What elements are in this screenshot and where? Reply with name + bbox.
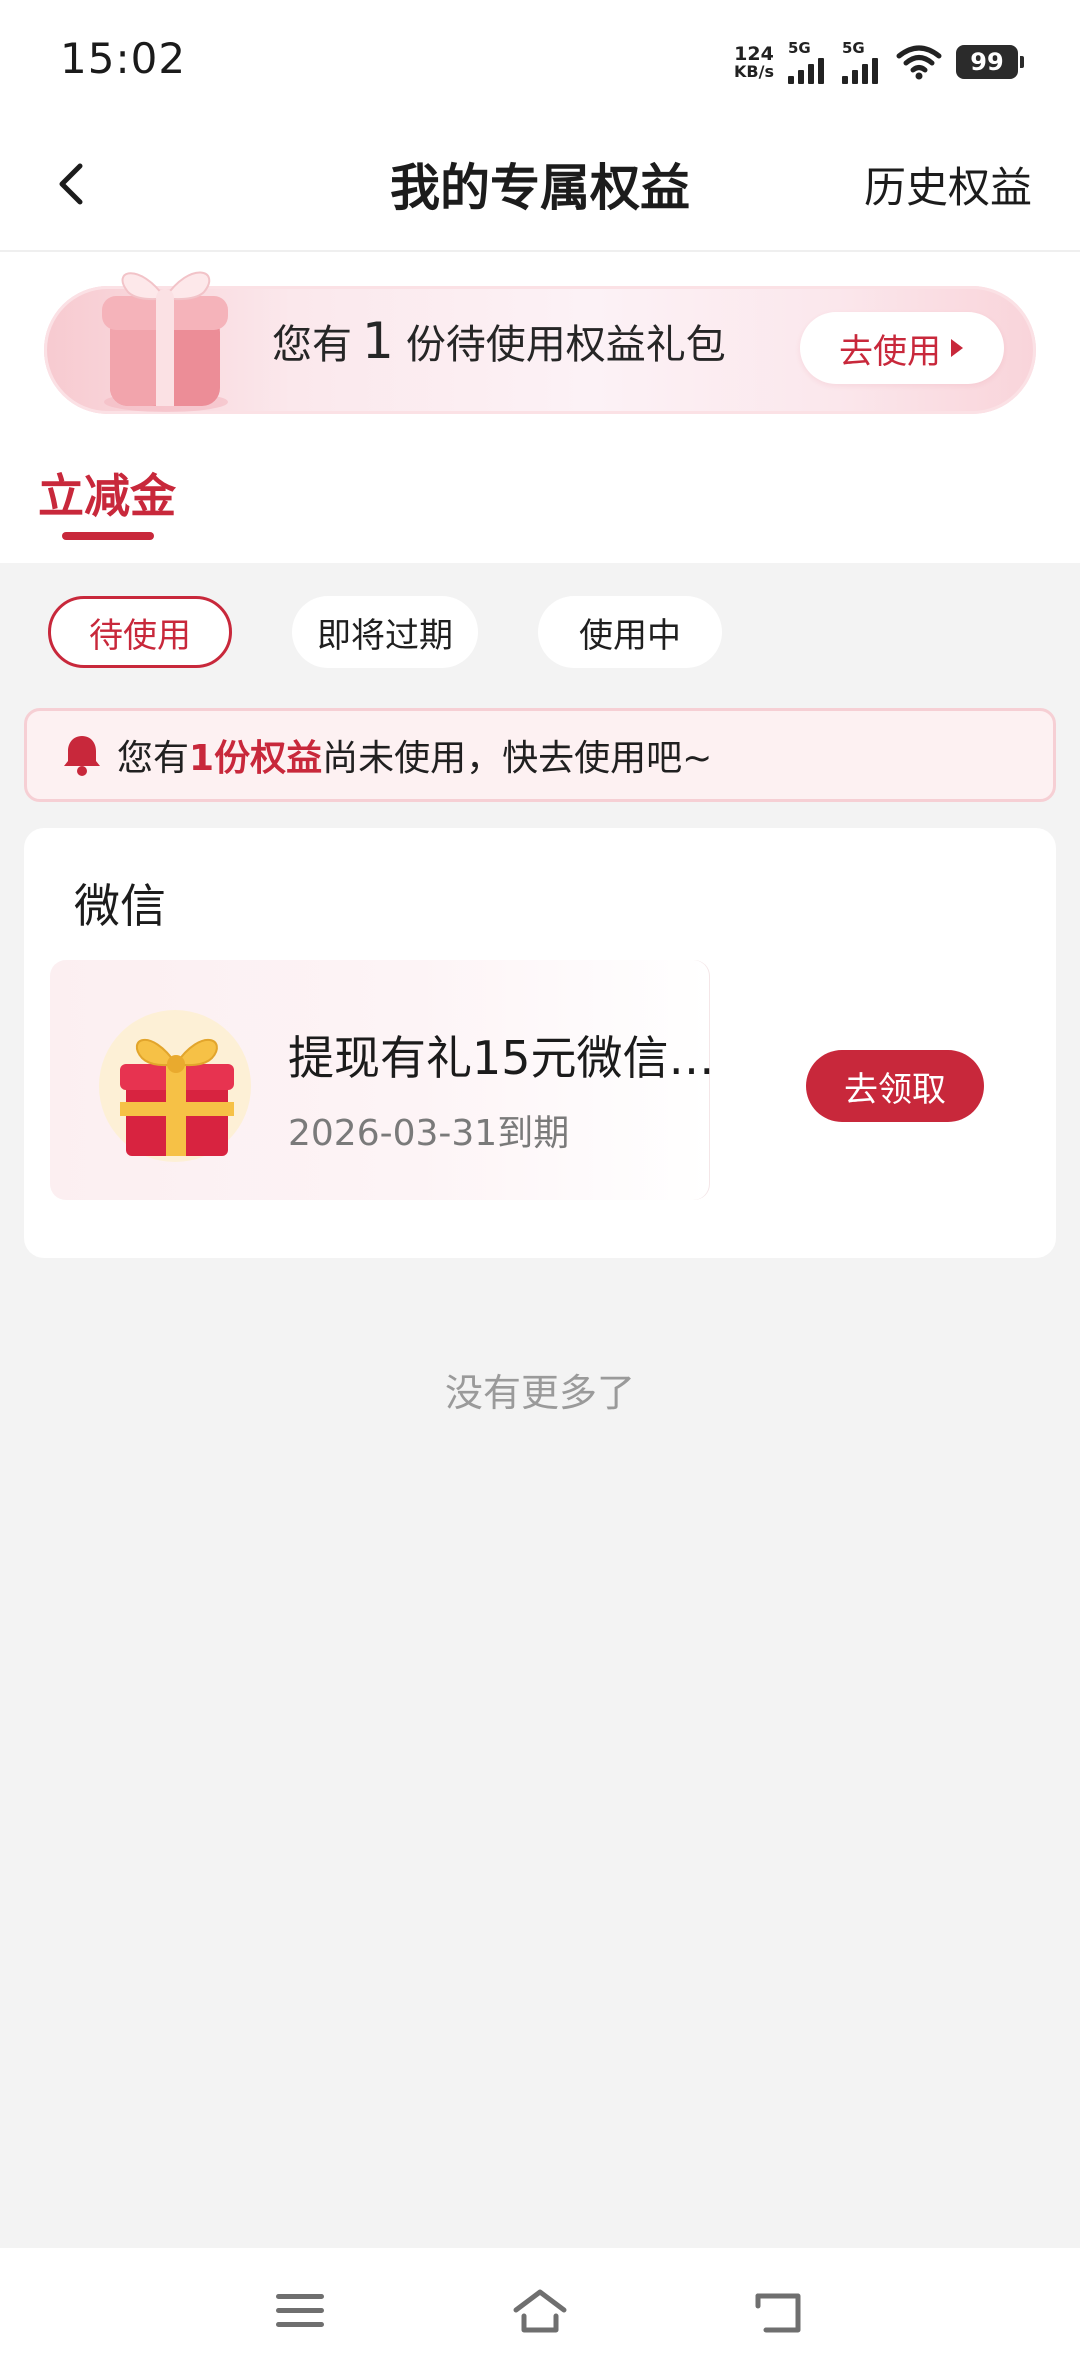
no-more-text: 没有更多了 xyxy=(444,1371,635,1415)
status-time: 15:02 xyxy=(60,34,187,83)
signal-bars-icon xyxy=(788,57,824,84)
home-icon[interactable] xyxy=(512,2286,568,2336)
coupon-name: 提现有礼15元微信… xyxy=(288,1031,715,1085)
banner-message: 您有 1 份待使用权益礼包 xyxy=(272,312,726,370)
wifi-icon xyxy=(896,45,942,80)
back-icon[interactable] xyxy=(752,2286,808,2336)
filter-expiring-soon[interactable]: 即将过期 xyxy=(292,596,478,668)
network-speed-value: 124 xyxy=(734,42,774,65)
notice-highlight: 1份权益 xyxy=(189,738,323,779)
sim2-label: 5G xyxy=(842,38,865,57)
tab-instant-discount[interactable]: 立减金 xyxy=(38,460,176,526)
triangle-right-icon xyxy=(951,339,963,357)
chevron-left-icon xyxy=(59,163,83,205)
bell-icon xyxy=(64,736,100,776)
network-speed-unit: KB/s xyxy=(734,61,774,81)
banner-text-suffix: 份待使用权益礼包 xyxy=(405,322,726,368)
network-speed: 124 KB/s xyxy=(734,42,774,81)
use-now-button[interactable]: 去使用 xyxy=(800,312,1004,384)
signal-sim2: 5G xyxy=(842,38,882,84)
tab-active-indicator xyxy=(62,532,154,540)
filter-pending[interactable]: 待使用 xyxy=(48,596,232,668)
history-benefits-link[interactable]: 历史权益 xyxy=(864,154,1032,215)
menu-icon[interactable] xyxy=(272,2286,328,2336)
unused-benefit-notice: 您有 1份权益 尚未使用，快去使用吧~ xyxy=(24,708,1056,802)
claim-button[interactable]: 去领取 xyxy=(806,1050,984,1122)
filter-in-use[interactable]: 使用中 xyxy=(538,596,722,668)
back-button[interactable] xyxy=(50,156,94,212)
notice-prefix: 您有 xyxy=(117,738,190,779)
gift-box-icon xyxy=(99,1010,251,1162)
notice-suffix: 尚未使用，快去使用吧~ xyxy=(322,738,713,779)
gift-box-icon xyxy=(102,271,228,412)
signal-sim1: 5G xyxy=(788,38,828,84)
coupon-expiry: 2026-03-31到期 xyxy=(288,1113,570,1154)
battery-indicator: 99 xyxy=(956,45,1024,79)
banner-text-prefix: 您有 xyxy=(272,322,352,368)
section-title: 微信 xyxy=(74,879,166,933)
banner-count: 1 xyxy=(362,312,394,370)
signal-bars-icon xyxy=(842,57,878,84)
use-now-label: 去使用 xyxy=(839,331,941,372)
sim1-label: 5G xyxy=(788,38,811,57)
status-indicators: 124 KB/s 5G 5G 99 xyxy=(734,38,1024,86)
